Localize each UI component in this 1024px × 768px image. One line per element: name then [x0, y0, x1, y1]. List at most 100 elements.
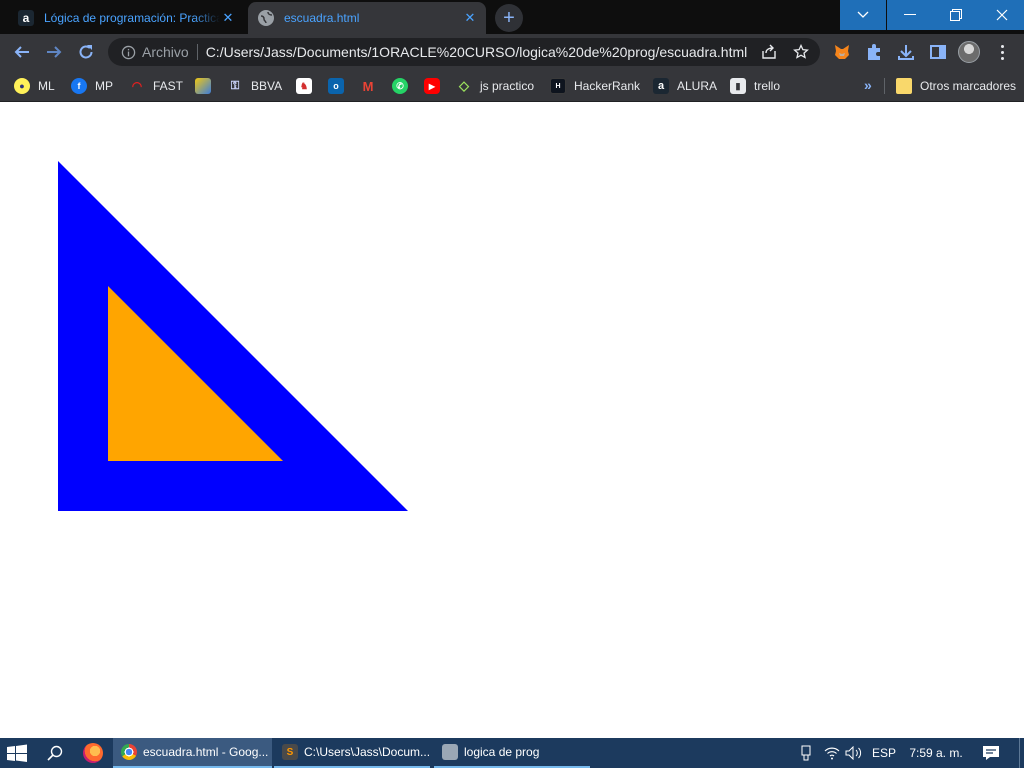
taskbar-app-chrome[interactable]: escuadra.html - Goog... [113, 738, 272, 768]
chrome-icon [121, 744, 137, 760]
folder-icon [442, 744, 458, 760]
alura-icon: a [653, 78, 669, 94]
bookmark-powerbi[interactable] [195, 76, 211, 96]
notification-icon[interactable] [982, 744, 1000, 762]
trello-icon: ▮ [730, 78, 746, 94]
restore-button[interactable] [933, 0, 979, 30]
gmail-icon: M [362, 78, 374, 94]
bookmark-alura[interactable]: a ALURA [653, 76, 717, 96]
sublime-icon: S [282, 744, 298, 760]
tab-search-button[interactable] [840, 0, 886, 30]
bbva-icon: ⚿ [230, 79, 240, 92]
back-button[interactable] [8, 38, 36, 66]
app-icon: ♞ [296, 78, 312, 94]
close-window-button[interactable] [979, 0, 1024, 30]
minimize-button[interactable] [887, 0, 933, 30]
bookmark-label: HackerRank [574, 79, 641, 93]
clock[interactable]: 7:59 a. m. [908, 744, 964, 762]
scheme-label: Archivo [142, 44, 189, 60]
bookmark-label: ALURA [677, 79, 718, 93]
folder-icon [896, 78, 912, 94]
hackerrank-icon: H [550, 78, 566, 94]
show-desktop-button[interactable] [1019, 738, 1024, 768]
close-icon[interactable]: ✕ [462, 10, 478, 26]
reload-button[interactable] [72, 38, 100, 66]
page-content [0, 103, 1024, 738]
facebook-icon: f [71, 78, 87, 94]
taskbar-app-label: C:\Users\Jass\Docum... [304, 745, 430, 759]
more-bookmarks-chevron-icon[interactable]: » [864, 77, 872, 93]
bookmark-mp[interactable]: f MP [71, 76, 113, 96]
taskbar-app-label: escuadra.html - Goog... [143, 745, 269, 759]
reload-icon [79, 45, 93, 59]
powerbi-icon [195, 78, 211, 94]
bookmark-youtube[interactable]: ▶ [424, 76, 440, 96]
tab-escuadra[interactable]: escuadra.html ✕ [248, 2, 486, 34]
close-icon [996, 9, 1007, 21]
tab-strip: a Lógica de programación: Practica ✕ esc… [0, 0, 1024, 34]
bookmark-whatsapp[interactable]: ✆ [392, 76, 408, 96]
taskbar-app-explorer[interactable]: logica de prog [434, 738, 590, 768]
bookmark-label: MP [95, 79, 113, 93]
globe-icon [258, 10, 274, 26]
whatsapp-icon: ✆ [392, 78, 408, 94]
profile-avatar[interactable] [958, 41, 980, 63]
url-text[interactable]: C:/Users/Jass/Documents/1ORACLE%20CURSO/… [206, 44, 760, 60]
bookmark-trello[interactable]: ▮ trello [730, 76, 780, 96]
taskbar-app-sublime[interactable]: S C:\Users\Jass\Docum... [274, 738, 430, 768]
bookmark-label: FAST [153, 79, 184, 93]
wifi-icon[interactable] [824, 744, 840, 762]
bookmark-label: Otros marcadores [920, 79, 1017, 93]
minimize-icon [904, 14, 916, 15]
bookmark-other-folder[interactable]: Otros marcadores [896, 76, 1016, 96]
star-icon[interactable] [792, 43, 810, 61]
close-icon[interactable]: ✕ [220, 10, 236, 26]
extensions-icon[interactable] [864, 42, 884, 62]
windows-taskbar: escuadra.html - Goog... S C:\Users\Jass\… [0, 738, 1024, 768]
address-bar[interactable]: Archivo C:/Users/Jass/Documents/1ORACLE%… [108, 38, 820, 66]
bookmark-label: ML [38, 79, 55, 93]
search-icon[interactable] [46, 744, 64, 762]
download-icon[interactable] [896, 42, 916, 62]
arrow-left-icon [14, 46, 29, 58]
tab-title: Lógica de programación: Practica [44, 11, 220, 25]
canvas [58, 161, 408, 511]
fast-icon: ◠ [131, 79, 143, 93]
bookmark-fast[interactable]: ◠ FAST [129, 76, 183, 96]
divider [884, 78, 885, 94]
bookmark-label: BBVA [251, 79, 283, 93]
bookmark-hackerrank[interactable]: H HackerRank [550, 76, 640, 96]
forward-button[interactable] [40, 38, 68, 66]
chevron-down-icon [857, 11, 869, 18]
bookmark-js-practico[interactable]: ◇ js practico [456, 76, 534, 96]
tab-title: escuadra.html [284, 11, 360, 25]
bookmark-outlook[interactable]: o [328, 76, 344, 96]
new-tab-button[interactable]: + [495, 4, 523, 32]
bookmark-label: js practico [480, 79, 535, 93]
side-panel-icon[interactable] [928, 42, 948, 62]
metamask-icon[interactable] [832, 42, 852, 62]
taskbar-app-label: logica de prog [464, 745, 540, 759]
usb-icon[interactable] [798, 744, 814, 762]
mercadolibre-icon: ● [14, 78, 30, 94]
share-icon[interactable] [760, 43, 778, 61]
arrow-right-icon [47, 46, 62, 58]
bookmark-gmail[interactable]: M [360, 76, 376, 96]
tab-logica-programacion[interactable]: a Lógica de programación: Practica ✕ [8, 2, 244, 34]
firefox-icon[interactable] [83, 743, 103, 763]
bookmark-ml[interactable]: ● ML [14, 76, 55, 96]
bookmark-app[interactable]: ♞ [296, 76, 312, 96]
windows-start-icon[interactable] [6, 744, 28, 762]
bookmark-bbva[interactable]: ⚿ BBVA [227, 76, 282, 96]
browser-toolbar: Archivo C:/Users/Jass/Documents/1ORACLE%… [0, 34, 1024, 70]
bookmarks-bar: ● ML f MP ◠ FAST ⚿ BBVA ♞ o M ✆ ▶ ◇ js p… [0, 70, 1024, 102]
menu-kebab-icon[interactable] [994, 42, 1010, 62]
volume-icon[interactable] [845, 744, 863, 762]
info-icon[interactable] [120, 44, 136, 60]
alura-icon: a [18, 10, 34, 26]
bookmark-label: trello [754, 79, 781, 93]
youtube-icon: ▶ [424, 78, 440, 94]
outlook-icon: o [328, 78, 344, 94]
js-icon: ◇ [459, 78, 469, 93]
language-indicator[interactable]: ESP [872, 744, 896, 762]
